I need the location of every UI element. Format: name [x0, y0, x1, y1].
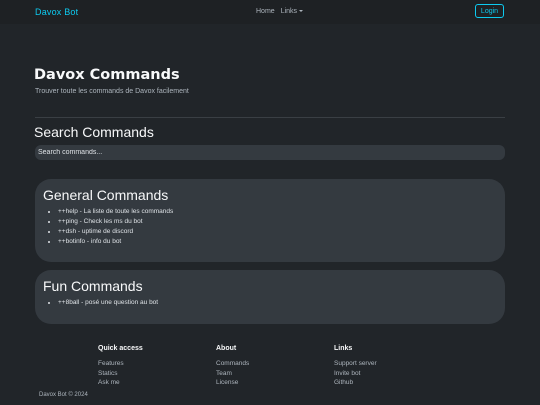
footer-links-title: Links	[334, 345, 353, 352]
list-item: ++botinfo - info du bot	[58, 237, 497, 247]
general-commands-card: General Commands ++help - La liste de to…	[35, 179, 505, 262]
nav-links-dropdown[interactable]: Links	[281, 8, 303, 15]
list-item: ++8ball - posé une question au bot	[58, 298, 497, 308]
search-input[interactable]	[35, 145, 505, 160]
divider	[35, 117, 505, 118]
footer-about-title: About	[216, 345, 237, 352]
login-button[interactable]: Login	[475, 4, 504, 18]
caret-down-icon	[298, 10, 303, 13]
footer-link-ask-me[interactable]: Ask me	[98, 378, 143, 388]
footer-link-invite-bot[interactable]: Invite bot	[334, 369, 377, 379]
list-item: ++ping - Check les ms du bot	[58, 217, 497, 227]
footer-link-support-server[interactable]: Support server	[334, 359, 377, 369]
navbar: Davox Bot Home Links Login	[0, 0, 540, 24]
nav-links-label: Links	[280, 8, 298, 15]
footer-about: About Commands Team License	[216, 345, 249, 388]
footer-link-statics[interactable]: Statics	[98, 369, 143, 379]
list-item: ++dsh - uptime de discord	[58, 227, 497, 237]
page-subtitle: Trouver toute les commands de Davox faci…	[35, 88, 189, 95]
general-commands-list: ++help - La liste de toute les commands …	[43, 207, 497, 247]
list-item: ++help - La liste de toute les commands	[58, 207, 497, 217]
search-heading: Search Commands	[34, 124, 154, 140]
footer-quick-title: Quick access	[98, 345, 143, 352]
footer-link-features[interactable]: Features	[98, 359, 143, 369]
general-commands-title: General Commands	[43, 187, 169, 203]
brand-link[interactable]: Davox Bot	[35, 7, 78, 17]
nav-links: Home Links	[256, 8, 303, 15]
footer-link-commands[interactable]: Commands	[216, 359, 249, 369]
footer-link-team[interactable]: Team	[216, 369, 249, 379]
fun-commands-title: Fun Commands	[43, 278, 143, 294]
footer-link-license[interactable]: License	[216, 378, 249, 388]
footer-links: Links Support server Invite bot Github	[334, 345, 377, 388]
copyright: Davox Bot © 2024	[39, 392, 88, 398]
footer-quick-access: Quick access Features Statics Ask me	[98, 345, 143, 388]
fun-commands-list: ++8ball - posé une question au bot	[43, 298, 497, 308]
nav-home-link[interactable]: Home	[256, 8, 275, 15]
fun-commands-card: Fun Commands ++8ball - posé une question…	[35, 270, 505, 324]
page-title: Davox Commands	[34, 67, 180, 83]
footer-link-github[interactable]: Github	[334, 378, 377, 388]
